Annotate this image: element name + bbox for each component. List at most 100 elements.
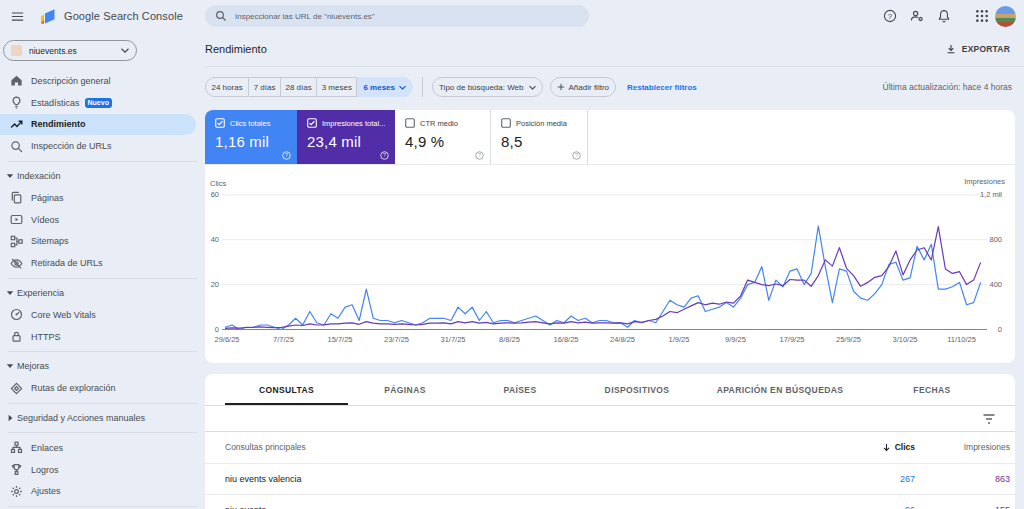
metric-tile-2[interactable]: CTR medio 4,9 %?	[395, 110, 491, 164]
date-range-6-meses[interactable]: 6 meses	[357, 77, 413, 97]
bulb-icon	[10, 96, 23, 109]
col-clics[interactable]: Clics	[795, 442, 915, 452]
sidebar-item[interactable]: Logros	[0, 459, 205, 481]
apps-grid-icon[interactable]	[975, 9, 989, 23]
search-type-chip[interactable]: Tipo de búsqueda: Web	[432, 77, 543, 97]
help-circle-icon[interactable]: ?	[572, 151, 581, 160]
help-circle-icon[interactable]: ?	[380, 151, 389, 160]
date-range-28-días[interactable]: 28 días	[281, 77, 317, 97]
lock-icon	[10, 330, 23, 343]
property-selector[interactable]: niuevents.es	[3, 40, 137, 61]
separator	[422, 77, 423, 97]
help-circle-icon[interactable]: ?	[475, 151, 484, 160]
sidebar-item[interactable]: Rutas de exploración	[0, 377, 205, 399]
tab-aparición-en-búsquedas[interactable]: APARICIÓN EN BÚSQUEDAS	[696, 374, 864, 405]
svg-text:?: ?	[575, 152, 578, 158]
sidebar-item[interactable]: Descripción general	[0, 70, 205, 92]
filter-list-icon[interactable]	[983, 414, 995, 424]
table-header: Consultas principales Clics Impresiones	[205, 432, 1015, 464]
help-icon[interactable]: ?	[883, 9, 897, 23]
svg-text:40: 40	[211, 235, 219, 244]
metric-tile-3[interactable]: Posición media 8,5?	[491, 110, 588, 164]
metric-value: 23,4 mil	[307, 133, 395, 150]
svg-text:?: ?	[888, 12, 893, 21]
date-range-selector: 24 horas7 días28 días3 meses6 meses	[205, 77, 413, 97]
table-body: niu events valencia 267 863 niu events 9…	[205, 464, 1015, 509]
svg-text:800: 800	[989, 235, 1002, 244]
tab-consultas[interactable]: CONSULTAS	[225, 374, 348, 405]
tab-dispositivos[interactable]: DISPOSITIVOS	[578, 374, 696, 405]
sidebar-section-4[interactable]: Seguridad y Acciones manuales	[0, 407, 205, 429]
metric-tile-0[interactable]: Clics totales 1,16 mil?	[205, 110, 297, 164]
sidebar-item[interactable]: Inspección de URLs	[0, 135, 205, 157]
svg-text:9/9/25: 9/9/25	[725, 335, 746, 344]
download-icon	[946, 44, 956, 54]
date-range-7-días[interactable]: 7 días	[249, 77, 281, 97]
sidebar-item[interactable]: Páginas	[0, 187, 205, 209]
menu-icon[interactable]	[10, 9, 25, 24]
table-row[interactable]: niu events 96 155	[205, 495, 1015, 509]
sitemap-icon	[10, 235, 23, 248]
sidebar-item[interactable]: Retirada de URLs	[0, 252, 205, 274]
sidebar-item[interactable]: Enlaces	[0, 437, 205, 459]
date-range-24-horas[interactable]: 24 horas	[205, 77, 249, 97]
svg-text:7/7/25: 7/7/25	[273, 335, 294, 344]
svg-text:1,2 mil: 1,2 mil	[980, 190, 1002, 199]
sidebar-item[interactable]: Vídeos	[0, 209, 205, 231]
col-queries[interactable]: Consultas principales	[225, 442, 795, 452]
caret-down	[6, 172, 14, 180]
tab-fechas[interactable]: FECHAS	[864, 374, 1000, 405]
checkbox-icon	[501, 118, 511, 128]
sidebar-section-2[interactable]: Experiencia	[0, 282, 205, 304]
topbar: Google Search Console Inspeccionar las U…	[0, 0, 1024, 32]
svg-text:8/8/25: 8/8/25	[499, 335, 520, 344]
export-button[interactable]: EXPORTAR	[946, 44, 1010, 54]
checkbox-icon	[405, 118, 415, 128]
eye-off-icon	[10, 257, 23, 270]
filter-row: 24 horas7 días28 días3 meses6 meses Tipo…	[205, 77, 1024, 97]
metric-tile-1[interactable]: Impresiones total... 23,4 mil?	[297, 110, 395, 164]
avatar[interactable]	[995, 6, 1016, 27]
gauge-icon	[10, 308, 23, 321]
page-title: Rendimiento	[205, 43, 267, 55]
svg-text:15/7/25: 15/7/25	[327, 335, 352, 344]
sidebar-item[interactable]: Sitemaps	[0, 231, 205, 253]
table-row[interactable]: niu events valencia 267 863	[205, 464, 1015, 496]
help-circle-icon[interactable]: ?	[282, 151, 291, 160]
title-row: Rendimiento EXPORTAR	[205, 32, 1024, 67]
trophy-icon	[10, 463, 23, 476]
sidebar-item[interactable]: Core Web Vitals	[0, 304, 205, 326]
checkbox-icon	[215, 118, 225, 128]
url-inspection-search[interactable]: Inspeccionar las URL de "niuevents.es"	[205, 5, 589, 27]
sidebar-divider	[8, 351, 197, 352]
performance-line-chart: 002040040800601,2 milClicsImpresiones29/…	[205, 165, 1015, 363]
sidebar-item[interactable]: Estadísticas Nuevo	[0, 92, 205, 114]
svg-text:31/7/25: 31/7/25	[440, 335, 465, 344]
svg-text:16/8/25: 16/8/25	[553, 335, 578, 344]
last-update: Última actualización: hace 4 horas	[883, 82, 1012, 92]
add-filter-chip[interactable]: Añadir filtro	[550, 77, 616, 97]
svg-text:3/10/25: 3/10/25	[892, 335, 917, 344]
sidebar-divider	[8, 278, 197, 279]
metric-value: 1,16 mil	[215, 133, 297, 150]
metric-value: 8,5	[501, 133, 587, 150]
tab-páginas[interactable]: PÁGINAS	[348, 374, 462, 405]
svg-text:60: 60	[211, 190, 219, 199]
sidebar-section-3[interactable]: Mejoras	[0, 356, 205, 378]
sidebar-item[interactable]: HTTPS	[0, 326, 205, 348]
reset-filters-link[interactable]: Restablecer filtros	[627, 83, 697, 92]
manage-accounts-icon[interactable]	[910, 9, 924, 23]
col-impressions[interactable]: Impresiones	[915, 442, 1010, 452]
svg-text:11/10/25: 11/10/25	[947, 335, 976, 344]
tab-países[interactable]: PAÍSES	[462, 374, 578, 405]
metric-value: 4,9 %	[405, 133, 490, 150]
home-icon	[10, 74, 23, 87]
sidebar-section-1[interactable]: Indexación	[0, 165, 205, 187]
main: Rendimiento EXPORTAR 24 horas7 días28 dí…	[205, 32, 1024, 509]
sidebar-item[interactable]: Rendimiento	[0, 114, 196, 136]
sidebar-item[interactable]: Ajustes	[0, 481, 205, 503]
queries-table-card: CONSULTASPÁGINASPAÍSESDISPOSITIVOSAPARIC…	[205, 374, 1015, 509]
date-range-3-meses[interactable]: 3 meses	[317, 77, 357, 97]
notifications-icon[interactable]	[937, 9, 951, 23]
pages-icon	[10, 191, 23, 204]
